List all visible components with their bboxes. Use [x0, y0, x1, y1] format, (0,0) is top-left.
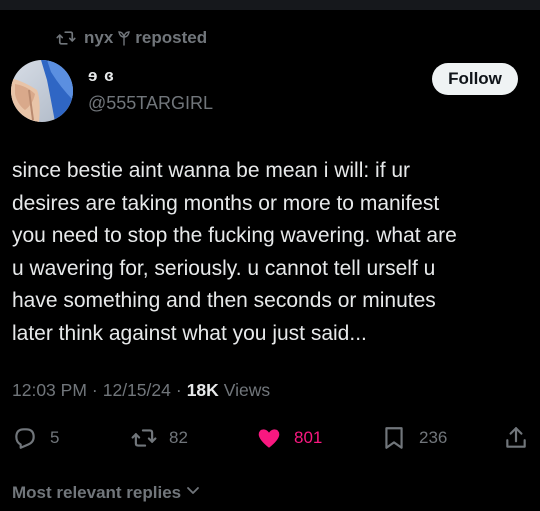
chevron-down-icon: [185, 482, 201, 503]
meta-separator: ·: [175, 380, 182, 400]
tweet-time[interactable]: 12:03 PM: [12, 380, 87, 401]
repost-icon: [131, 425, 157, 451]
like-button[interactable]: 801: [256, 420, 322, 456]
sprout-icon: [117, 30, 131, 46]
repost-user[interactable]: nyx: [84, 28, 113, 48]
tweet-date[interactable]: 12/15/24: [103, 380, 171, 401]
views-label: Views: [223, 380, 271, 400]
repost-count: 82: [169, 428, 188, 447]
bookmark-count: 236: [419, 428, 448, 447]
follow-button[interactable]: Follow: [432, 63, 518, 95]
heart-icon: [256, 425, 282, 451]
tweet-meta: 12:03 PM · 12/15/24 · 18K Views: [12, 380, 270, 401]
bookmark-button[interactable]: 236: [381, 420, 447, 456]
reply-count: 5: [50, 428, 60, 447]
author-display-name[interactable]: ɘ ɞ: [88, 66, 115, 86]
author-handle[interactable]: @555TARGIRL: [88, 93, 213, 114]
reply-icon: [12, 425, 38, 451]
repost-indicator[interactable]: nyx reposted: [56, 27, 207, 49]
meta-separator: ·: [91, 380, 98, 400]
tweet-text: since bestie aint wanna be mean i will: …: [12, 159, 457, 345]
repost-suffix: reposted: [135, 28, 208, 47]
views-count: 18K: [186, 380, 219, 400]
like-count: 801: [294, 428, 323, 447]
repost-button[interactable]: 82: [131, 420, 188, 456]
top-bar: [0, 0, 540, 10]
share-button[interactable]: [503, 420, 529, 456]
avatar-image: [11, 60, 73, 122]
bookmark-icon: [381, 425, 407, 451]
replies-sort-dropdown[interactable]: Most relevant replies: [12, 482, 201, 503]
replies-sort-label: Most relevant replies: [12, 482, 182, 502]
avatar[interactable]: [11, 60, 73, 122]
action-bar: 5 82 801 236: [0, 420, 540, 456]
repost-icon: [56, 28, 76, 48]
share-icon: [503, 425, 529, 451]
reply-button[interactable]: 5: [12, 420, 59, 456]
